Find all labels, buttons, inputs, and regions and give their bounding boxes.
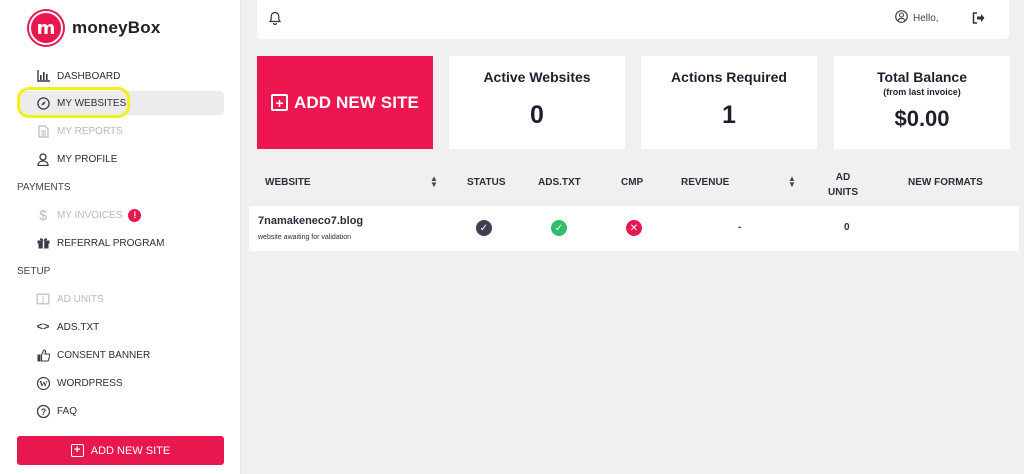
column-header-ad-units: AD UNITS <box>828 172 858 198</box>
active-websites-title: Active Websites <box>483 69 591 85</box>
sidebar-item-label: MY REPORTS <box>57 125 123 137</box>
sidebar-item-label: MY INVOICES <box>57 209 123 221</box>
logo-text: moneyBox <box>72 18 161 37</box>
sidebar-item-wordpress[interactable]: W WORDPRESS <box>36 375 123 391</box>
sidebar-item-my-reports[interactable]: MY REPORTS <box>36 123 123 139</box>
sidebar-item-ad-units[interactable]: AD UNITS <box>36 291 104 307</box>
column-header-website[interactable]: WEBSITE <box>265 177 311 188</box>
column-header-ads-txt: ADS.TXT <box>538 177 581 188</box>
sidebar-item-label: DASHBOARD <box>57 70 121 82</box>
sidebar-item-referral-program[interactable]: REFERRAL PROGRAM <box>36 235 164 251</box>
sort-revenue-icon[interactable]: ▲ ▼ <box>788 175 796 189</box>
svg-text:?: ? <box>40 406 46 416</box>
logo[interactable]: m moneyBox <box>29 11 161 45</box>
website-name[interactable]: 7namakeneco7.blog <box>258 215 363 227</box>
status-check-icon: ✓ <box>476 220 492 236</box>
thumbs-up-icon <box>36 348 50 362</box>
layout-icon <box>36 292 50 306</box>
section-label-setup: SETUP <box>17 266 51 277</box>
ad-units-value: 0 <box>844 222 850 233</box>
sidebar-add-new-site-button[interactable]: + ADD NEW SITE <box>17 436 224 465</box>
bar-chart-icon <box>36 69 50 83</box>
sort-website-icon[interactable]: ▲ ▼ <box>430 175 438 189</box>
sidebar-item-label: MY PROFILE <box>57 153 118 165</box>
total-balance-value: $0.00 <box>894 106 950 131</box>
sidebar-item-ads-txt[interactable]: <> ADS.TXT <box>36 319 100 335</box>
sidebar-item-label: REFERRAL PROGRAM <box>57 237 165 249</box>
sidebar: m moneyBox DASHBOARD MY WEBSITES MY REPO… <box>0 0 241 474</box>
add-new-site-card-button[interactable]: + ADD NEW SITE <box>257 56 433 149</box>
sidebar-item-my-profile[interactable]: MY PROFILE <box>36 151 117 167</box>
code-icon: <> <box>36 321 50 333</box>
sidebar-item-label: WORDPRESS <box>57 377 123 389</box>
total-balance-title: Total Balance <box>877 69 967 85</box>
sidebar-item-label: CONSENT BANNER <box>57 349 151 361</box>
logout-icon[interactable] <box>972 11 985 29</box>
actions-required-title: Actions Required <box>671 69 787 85</box>
question-icon: ? <box>36 404 50 418</box>
moneybox-logo-icon: m <box>29 11 63 45</box>
add-new-site-card-label: ADD NEW SITE <box>294 92 419 112</box>
column-header-cmp: CMP <box>621 177 644 188</box>
hello-text: Hello, <box>913 12 939 24</box>
active-websites-value: 0 <box>530 101 544 129</box>
user-icon <box>36 152 50 166</box>
sidebar-item-label: AD UNITS <box>57 293 104 305</box>
total-balance-subtitle: (from last invoice) <box>883 87 961 97</box>
gift-icon <box>36 236 50 250</box>
revenue-value: - <box>738 222 742 233</box>
user-circle-icon <box>895 10 908 26</box>
column-header-new-formats: NEW FORMATS <box>908 177 983 188</box>
plus-square-icon: + <box>271 94 289 111</box>
dollar-icon: $ <box>39 207 47 223</box>
add-new-site-label: ADD NEW SITE <box>90 444 171 457</box>
plus-square-icon: + <box>70 444 84 457</box>
actions-required-card: Actions Required 1 <box>641 56 817 149</box>
website-status-note: website awaiting for validation <box>258 234 351 241</box>
highlight-annotation <box>17 87 130 118</box>
sidebar-item-faq[interactable]: ? FAQ <box>36 403 77 419</box>
sidebar-item-consent-banner[interactable]: CONSENT BANNER <box>36 347 150 363</box>
sidebar-item-dashboard[interactable]: DASHBOARD <box>36 68 120 84</box>
cmp-error-icon: ✕ <box>626 220 642 236</box>
sidebar-item-label: ADS.TXT <box>57 321 100 333</box>
bell-icon[interactable] <box>268 11 282 30</box>
ads-txt-check-icon: ✓ <box>551 220 567 236</box>
actions-required-value: 1 <box>722 101 736 129</box>
alert-badge: ! <box>128 208 142 222</box>
document-icon <box>36 124 50 138</box>
top-bar: Hello, <box>257 0 1009 39</box>
active-websites-card: Active Websites 0 <box>449 56 625 149</box>
wordpress-icon: W <box>36 376 50 390</box>
column-header-status: STATUS <box>467 177 506 188</box>
total-balance-card: Total Balance (from last invoice) $0.00 <box>834 56 1010 149</box>
sidebar-item-my-invoices[interactable]: $ MY INVOICES ! <box>36 207 142 223</box>
user-menu[interactable]: Hello, <box>895 10 939 26</box>
section-label-payments: PAYMENTS <box>17 182 71 193</box>
sidebar-item-label: FAQ <box>57 405 78 417</box>
svg-text:W: W <box>39 378 48 388</box>
column-header-revenue[interactable]: REVENUE <box>681 177 729 188</box>
